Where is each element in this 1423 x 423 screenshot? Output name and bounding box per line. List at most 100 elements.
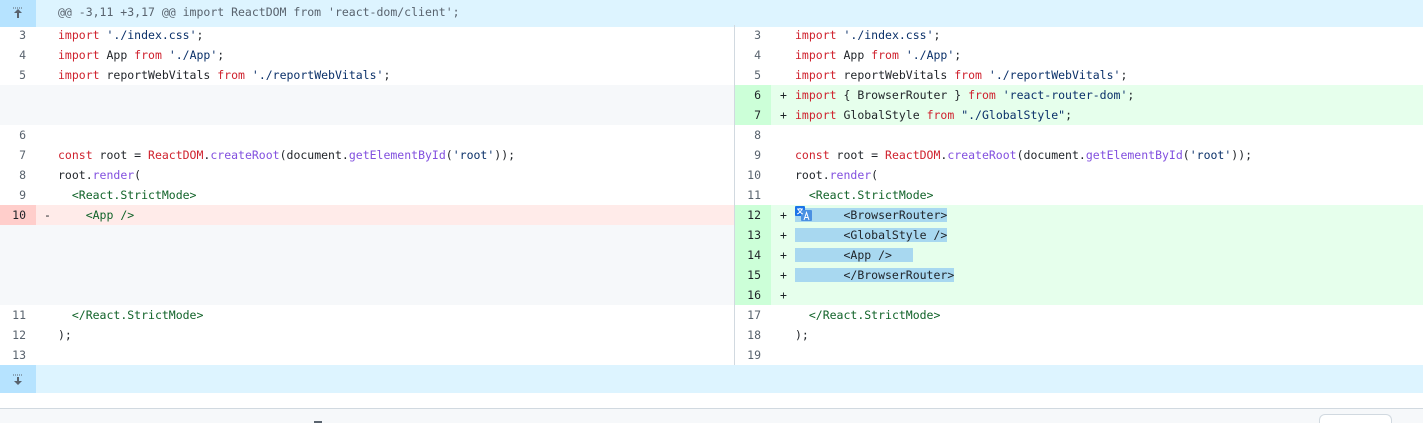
code-token: App [836, 48, 872, 62]
diff-line-right: 14 + <App /> [735, 245, 1423, 265]
diff-marker: + [780, 288, 787, 302]
code-token: from [968, 88, 996, 102]
code-token [795, 248, 844, 262]
empty-gap [0, 225, 734, 305]
code-text: const root = ReactDOM.createRoot(documen… [795, 145, 1252, 165]
code-token: ; [933, 28, 941, 42]
line-number[interactable]: 8 [0, 165, 36, 185]
diff-left-pane: 3 import './index.css'; 4 import App from '… [0, 25, 734, 365]
code-token: import [795, 48, 837, 62]
line-number[interactable]: 3 [735, 25, 771, 45]
line-number[interactable]: 5 [735, 65, 771, 85]
code-token: <App /> [843, 248, 892, 262]
line-number[interactable]: 13 [735, 225, 771, 245]
line-number[interactable]: 10 [735, 165, 771, 185]
diff-line-right: 10 root.render( [735, 165, 1423, 185]
line-number[interactable]: 5 [0, 65, 36, 85]
line-number[interactable]: 4 [0, 45, 36, 65]
code-token: from [134, 48, 162, 62]
line-number[interactable]: 3 [0, 25, 36, 45]
code-text: </React.StrictMode> [795, 305, 941, 325]
diff-line-left: 4 import App from './App'; [0, 45, 734, 65]
line-number[interactable]: 8 [735, 125, 771, 145]
code-token: reportWebVitals [836, 68, 955, 82]
line-number[interactable]: 16 [735, 285, 771, 305]
code-token: ; [383, 68, 391, 82]
diff-line-right: 6 + import { BrowserRouter } from 'react-r… [735, 85, 1423, 105]
line-number[interactable]: 6 [0, 125, 36, 145]
code-token: const [795, 148, 830, 162]
code-token: import [795, 28, 837, 42]
line-number[interactable]: 19 [735, 345, 771, 365]
line-number[interactable]: 11 [0, 305, 36, 325]
code-token: root. [58, 168, 93, 182]
diff-line-right: 3 import './index.css'; [735, 25, 1423, 45]
code-token: 'react-router-dom' [1002, 88, 1128, 102]
expand-up-button[interactable] [0, 0, 36, 27]
code-token: ReactDOM [148, 148, 204, 162]
code-text: import App from './App'; [795, 45, 961, 65]
line-number[interactable]: 17 [735, 305, 771, 325]
code-token [795, 268, 844, 282]
line-number[interactable]: 13 [0, 345, 36, 365]
diff-line-right: 7 + import GlobalStyle from "./GlobalStyle… [735, 105, 1423, 125]
line-number[interactable]: 14 [735, 245, 771, 265]
code-token: import [58, 48, 100, 62]
code-token: ; [1120, 68, 1128, 82]
code-text: root.render( [58, 165, 141, 185]
line-number[interactable]: 4 [735, 45, 771, 65]
diff-line-right: 5 import reportWebVitals from './reportWe… [735, 65, 1423, 85]
code-text: <React.StrictMode> [795, 185, 934, 205]
line-number[interactable]: 6 [735, 85, 771, 105]
code-token: 'root' [452, 148, 495, 162]
code-token: './index.css' [843, 28, 934, 42]
code-token [795, 228, 844, 242]
code-token: ; [1127, 88, 1135, 102]
line-number[interactable]: 18 [735, 325, 771, 345]
translate-icon[interactable] [795, 206, 812, 221]
line-number[interactable]: 9 [0, 185, 36, 205]
code-token: './App' [168, 48, 218, 62]
code-token: import [795, 88, 837, 102]
diff-marker: + [780, 208, 787, 222]
line-number[interactable]: 15 [735, 265, 771, 285]
code-text: </BrowserRouter> [795, 265, 955, 285]
line-number[interactable]: 7 [0, 145, 36, 165]
code-token: ( [871, 168, 879, 182]
line-number[interactable]: 10 [0, 205, 36, 225]
line-number[interactable]: 12 [735, 205, 771, 225]
code-token: const [58, 148, 93, 162]
expand-down-button[interactable] [0, 365, 36, 393]
diff-line-right: 12 + <BrowserRouter> [735, 205, 1423, 225]
code-token: render [92, 168, 135, 182]
diff-line-left: 7 const root = ReactDOM.createRoot(docume… [0, 145, 734, 165]
line-number[interactable]: 11 [735, 185, 771, 205]
code-text: import GlobalStyle from "./GlobalStyle"; [795, 105, 1072, 125]
line-number[interactable]: 9 [735, 145, 771, 165]
footer-button[interactable] [1319, 414, 1392, 423]
code-token: </React.StrictMode> [71, 308, 204, 322]
line-number[interactable]: 12 [0, 325, 36, 345]
code-token: getElementById [1085, 148, 1183, 162]
code-text: ); [58, 325, 72, 345]
diff-line-left: 8 root.render( [0, 165, 734, 185]
code-token: ( [134, 168, 142, 182]
code-token: </BrowserRouter> [843, 268, 955, 282]
line-number[interactable]: 7 [735, 105, 771, 125]
code-token: from [926, 108, 955, 122]
code-token: ; [217, 48, 225, 62]
diff-line-right: 11 <React.StrictMode> [735, 185, 1423, 205]
code-token: )); [494, 148, 516, 162]
diff-line-left: 3 import './index.css'; [0, 25, 734, 45]
code-token: </React.StrictMode> [808, 308, 941, 322]
diff-marker: - [44, 208, 51, 222]
code-token: ; [196, 28, 204, 42]
hunk-footer [0, 365, 1423, 393]
